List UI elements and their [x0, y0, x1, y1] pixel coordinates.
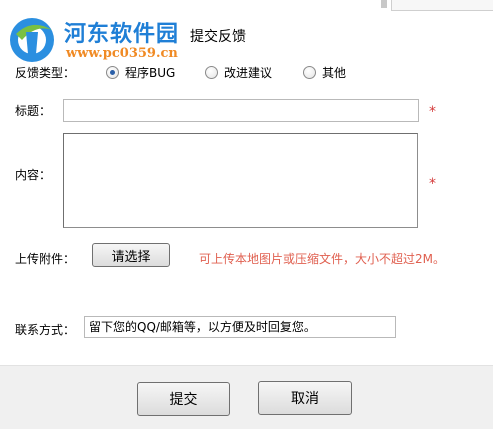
radio-option-suggestion[interactable]: 改进建议	[205, 64, 272, 81]
dialog-footer	[0, 365, 493, 429]
content-required-mark: *	[429, 176, 436, 192]
radio-option-other[interactable]: 其他	[303, 64, 346, 81]
radio-suggestion-icon[interactable]	[205, 66, 218, 79]
window-edge-mark	[381, 0, 387, 8]
watermark-logo-icon	[10, 18, 54, 62]
attachment-hint: 可上传本地图片或压缩文件，大小不超过2M。	[199, 252, 445, 266]
radio-option-bug[interactable]: 程序BUG	[106, 64, 175, 81]
radio-other-icon[interactable]	[303, 66, 316, 79]
dialog-title: 提交反馈	[190, 29, 246, 45]
attachment-label: 上传附件：	[15, 252, 76, 266]
contact-input[interactable]: 留下您的QQ/邮箱等，以方便及时回复您。	[84, 316, 396, 338]
radio-bug-icon[interactable]	[106, 66, 119, 79]
title-required-mark: *	[429, 104, 436, 120]
radio-other-label: 其他	[322, 66, 347, 80]
feedback-type-label: 反馈类型：	[15, 66, 76, 80]
watermark-site-name: 河东软件园	[64, 21, 180, 47]
submit-button[interactable]: 提交	[137, 382, 230, 416]
watermark-url: www.pc0359.cn	[66, 46, 178, 61]
radio-suggestion-label: 改进建议	[224, 66, 273, 80]
content-textarea[interactable]	[63, 133, 418, 228]
watermark: 河东软件园 www.pc0359.cn	[4, 12, 214, 66]
title-input[interactable]	[63, 99, 419, 122]
radio-bug-label: 程序BUG	[125, 66, 176, 80]
content-field-label: 内容：	[15, 168, 52, 182]
title-field-label: 标题：	[15, 104, 52, 118]
choose-file-button[interactable]: 请选择	[92, 243, 170, 267]
cancel-button[interactable]: 取消	[258, 381, 352, 415]
background-window-frame	[391, 0, 493, 11]
contact-label: 联系方式：	[15, 323, 76, 337]
